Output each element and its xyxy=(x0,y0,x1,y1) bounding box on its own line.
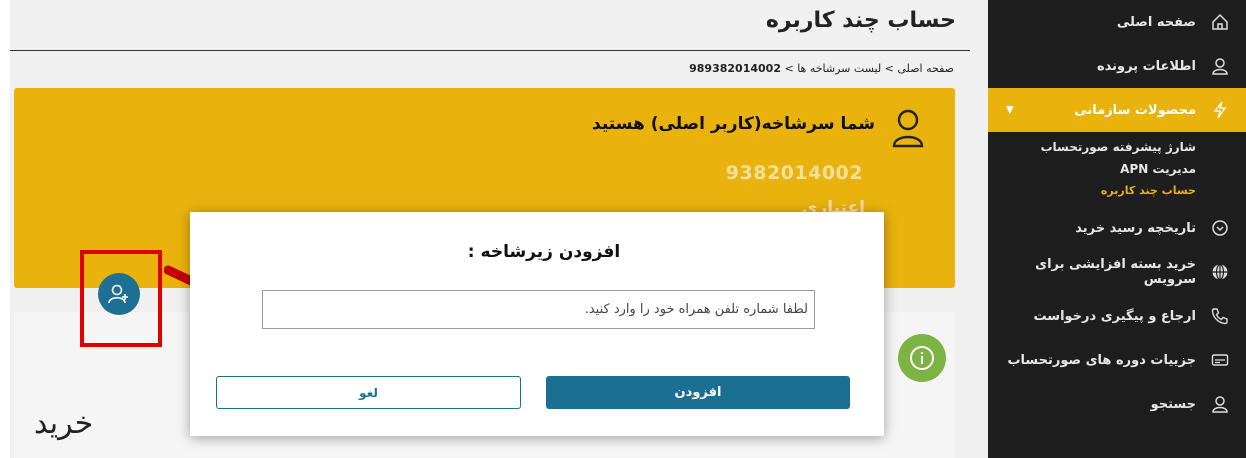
buy-title: خرید xyxy=(34,406,94,441)
sidebar-item-label: اطلاعات پرونده xyxy=(1096,58,1196,74)
sidebar-item-receipts[interactable]: تاریخچه رسید خرید xyxy=(988,206,1246,250)
sidebar-item-label: خرید بسته افزایشی برای سرویس xyxy=(1035,257,1196,287)
sidebar-item-label: ارجاع و پیگیری درخواست xyxy=(1033,308,1196,324)
sidebar-item-home[interactable]: صفحه اصلی xyxy=(988,0,1246,44)
sidebar-item-billing-periods[interactable]: جزییات دوره های صورتحساب xyxy=(988,338,1246,382)
title-divider xyxy=(10,50,970,51)
cancel-button[interactable]: لغو xyxy=(216,376,521,409)
add-button[interactable]: افزودن xyxy=(546,376,850,409)
head-user-phone: 9382014002 xyxy=(725,162,863,184)
add-subuser-modal: افزودن زیرشاخه : افزودن لغو xyxy=(190,212,884,436)
sidebar-item-profile[interactable]: اطلاعات پرونده xyxy=(988,44,1246,88)
sidebar-submenu: شارژ پیشرفته صورتحساب مدیریت APN حساب چن… xyxy=(988,132,1246,206)
sidebar-item-label: صفحه اصلی xyxy=(1116,14,1196,30)
chevron-down-icon: ▼ xyxy=(1006,104,1014,116)
submenu-item-apn[interactable]: مدیریت APN xyxy=(988,158,1196,180)
highlight-box xyxy=(80,250,162,347)
user-icon xyxy=(1210,394,1230,414)
user-icon xyxy=(1210,56,1230,76)
home-icon xyxy=(1210,12,1230,32)
breadcrumb: صفحه اصلی > لیست سرشاخه ها > 98938201400… xyxy=(689,62,954,75)
sidebar: صفحه اصلی اطلاعات پرونده محصولات سازمانی… xyxy=(988,0,1246,458)
sidebar-item-label: جستجو xyxy=(1150,396,1196,412)
submenu-item-multi-user[interactable]: حساب چند کاربره xyxy=(988,180,1196,202)
sidebar-item-requests[interactable]: ارجاع و پیگیری درخواست xyxy=(988,294,1246,338)
submenu-item-advanced-charge[interactable]: شارژ پیشرفته صورتحساب xyxy=(988,136,1196,158)
sidebar-item-search[interactable]: جستجو xyxy=(988,382,1246,426)
breadcrumb-path[interactable]: صفحه اصلی > لیست سرشاخه ها > xyxy=(781,62,954,75)
modal-title: افزودن زیرشاخه : xyxy=(467,242,621,262)
phone-number-input[interactable] xyxy=(262,290,815,329)
user-icon xyxy=(891,108,925,152)
head-user-heading: شما سرشاخه(کاربر اصلی) هستید xyxy=(592,114,875,134)
clock-icon xyxy=(1210,218,1230,238)
globe-icon xyxy=(1210,262,1230,282)
bolt-icon xyxy=(1210,100,1230,120)
info-button[interactable] xyxy=(898,334,946,382)
phone-icon xyxy=(1210,306,1230,326)
sidebar-item-buy-package[interactable]: خرید بسته افزایشی برای سرویس xyxy=(988,250,1246,294)
card-icon xyxy=(1210,350,1230,370)
sidebar-item-enterprise-products[interactable]: محصولات سازمانی ▼ xyxy=(988,88,1246,132)
info-icon xyxy=(910,346,934,370)
page-title: حساب چند کاربره xyxy=(765,8,956,33)
breadcrumb-current: 989382014002 xyxy=(689,62,781,75)
sidebar-item-label: محصولات سازمانی xyxy=(1074,102,1196,118)
sidebar-item-label: تاریخچه رسید خرید xyxy=(1075,220,1196,236)
sidebar-item-label: جزییات دوره های صورتحساب xyxy=(1007,352,1196,368)
